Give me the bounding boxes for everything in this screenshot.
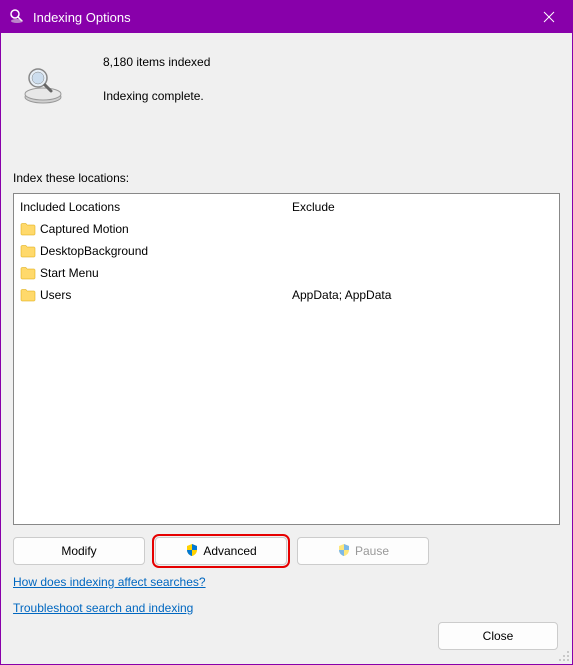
exclude-value: AppData; AppData — [292, 288, 553, 302]
how-link[interactable]: How does indexing affect searches? — [13, 575, 206, 589]
location-name: Users — [38, 288, 292, 302]
troubleshoot-link[interactable]: Troubleshoot search and indexing — [13, 601, 193, 615]
rows-container: Captured Motion DesktopBackground Start Me… — [14, 218, 559, 306]
column-header-included[interactable]: Included Locations — [20, 200, 292, 214]
table-row[interactable]: Captured Motion — [20, 218, 553, 240]
footer: Close — [438, 622, 558, 650]
advanced-button[interactable]: Advanced — [155, 537, 287, 565]
status-area: 8,180 items indexed Indexing complete. — [13, 49, 560, 123]
modify-button[interactable]: Modify — [13, 537, 145, 565]
indexing-state-label: Indexing complete. — [103, 89, 210, 103]
indexing-options-window: Indexing Options 8,180 items indexed — [0, 0, 573, 665]
table-row[interactable]: UsersAppData; AppData — [20, 284, 553, 306]
links-area: How does indexing affect searches? Troub… — [13, 575, 560, 627]
app-icon — [9, 8, 25, 27]
folder-icon — [20, 244, 38, 258]
titlebar: Indexing Options — [1, 1, 572, 33]
location-name: DesktopBackground — [38, 244, 292, 258]
close-icon — [543, 11, 555, 23]
table-row[interactable]: DesktopBackground — [20, 240, 553, 262]
column-headers: Included Locations Exclude — [14, 194, 559, 218]
magnifier-icon — [13, 49, 73, 107]
button-row: Modify Advanced — [13, 537, 560, 565]
resize-grip[interactable] — [558, 650, 570, 662]
folder-icon — [20, 222, 38, 236]
locations-section-label: Index these locations: — [13, 171, 560, 185]
advanced-button-label: Advanced — [203, 544, 256, 558]
content-area: 8,180 items indexed Indexing complete. I… — [1, 33, 572, 664]
shield-icon — [185, 543, 199, 560]
close-button[interactable]: Close — [438, 622, 558, 650]
location-name: Captured Motion — [38, 222, 292, 236]
location-name: Start Menu — [38, 266, 292, 280]
pause-button-label: Pause — [355, 544, 389, 558]
locations-listbox[interactable]: Included Locations Exclude Captured Moti… — [13, 193, 560, 525]
table-row[interactable]: Start Menu — [20, 262, 553, 284]
folder-icon — [20, 266, 38, 280]
column-header-exclude[interactable]: Exclude — [292, 200, 553, 214]
window-title: Indexing Options — [33, 10, 526, 25]
pause-button: Pause — [297, 537, 429, 565]
shield-icon — [337, 543, 351, 560]
status-text: 8,180 items indexed Indexing complete. — [73, 49, 210, 123]
folder-icon — [20, 288, 38, 302]
window-close-button[interactable] — [526, 1, 572, 33]
items-indexed-label: 8,180 items indexed — [103, 55, 210, 69]
